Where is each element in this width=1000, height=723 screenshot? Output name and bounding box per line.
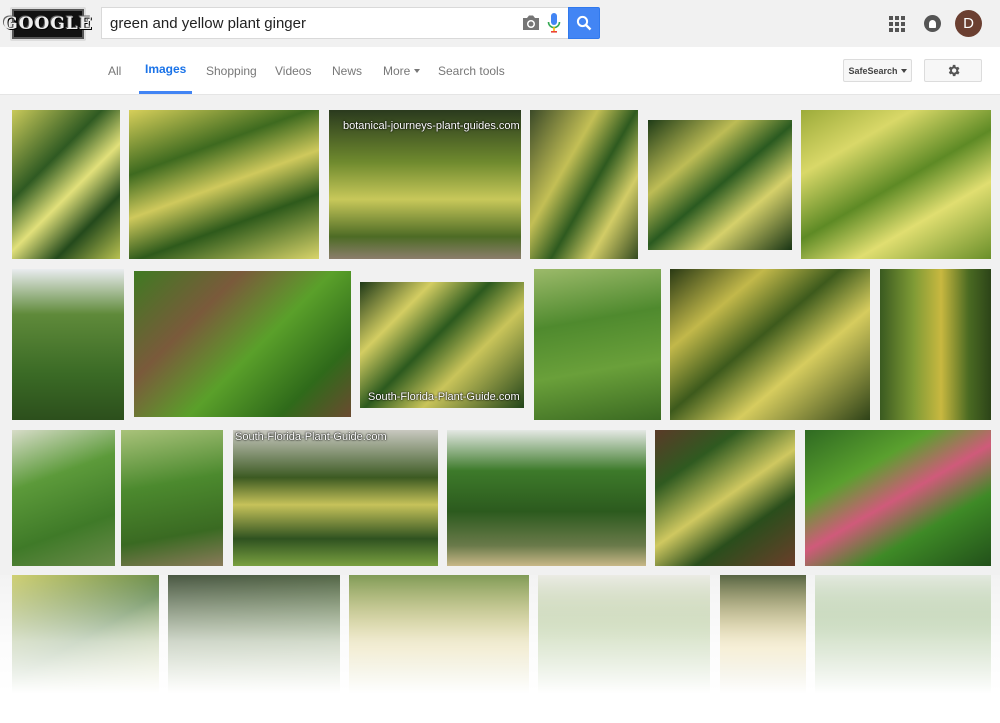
image-results-grid: botanical-journeys-plant-guides.com Sout…	[0, 95, 1000, 723]
image-result[interactable]	[12, 575, 159, 723]
image-result[interactable]	[447, 430, 646, 566]
image-result[interactable]: South-Florida-Plant-Guide.com	[360, 282, 524, 408]
tab-news[interactable]: News	[332, 47, 362, 94]
image-result[interactable]: South-Florida-Plant-Guide.com	[233, 430, 438, 566]
top-bar: GOOGLE D	[0, 0, 1000, 47]
image-result[interactable]	[530, 110, 638, 259]
search-button[interactable]	[568, 7, 600, 39]
image-result[interactable]	[534, 269, 661, 420]
image-result[interactable]	[648, 120, 792, 250]
image-result[interactable]	[720, 575, 806, 723]
image-result[interactable]	[670, 269, 870, 420]
search-tabs-bar: All Images Shopping Videos News More Sea…	[0, 47, 1000, 95]
tab-videos[interactable]: Videos	[275, 47, 311, 94]
watermark-text: South-Florida-Plant-Guide.com	[368, 391, 520, 403]
image-result[interactable]	[134, 271, 351, 417]
tab-images[interactable]: Images	[139, 47, 193, 94]
image-result[interactable]	[815, 575, 991, 723]
search-icon	[576, 15, 592, 31]
search-box	[101, 7, 569, 39]
image-result[interactable]	[129, 110, 319, 259]
tab-shopping[interactable]: Shopping	[206, 47, 257, 94]
search-results-page: GOOGLE D All	[0, 0, 1000, 723]
camera-icon[interactable]	[521, 14, 541, 32]
google-logo[interactable]: GOOGLE	[3, 7, 92, 41]
gear-icon	[948, 64, 959, 77]
safesearch-button[interactable]: SafeSearch	[843, 59, 912, 82]
image-result[interactable]	[801, 110, 991, 259]
image-result[interactable]	[12, 110, 120, 259]
settings-button[interactable]	[924, 59, 982, 82]
image-result[interactable]	[12, 430, 115, 566]
watermark-text: botanical-journeys-plant-guides.com	[343, 120, 520, 132]
image-result[interactable]: botanical-journeys-plant-guides.com	[329, 110, 521, 259]
apps-icon[interactable]	[889, 16, 905, 32]
image-result[interactable]	[805, 430, 991, 566]
watermark-text: South-Florida-Plant-Guide.com	[235, 431, 387, 443]
image-result[interactable]	[880, 269, 991, 420]
image-result[interactable]	[538, 575, 710, 723]
tab-search-tools[interactable]: Search tools	[438, 47, 505, 94]
notifications-icon[interactable]	[924, 15, 941, 32]
tab-all[interactable]: All	[108, 47, 121, 94]
chevron-down-icon	[900, 68, 907, 73]
chevron-down-icon	[414, 68, 421, 73]
search-input[interactable]	[110, 13, 510, 33]
avatar[interactable]: D	[955, 10, 982, 37]
image-result[interactable]	[655, 430, 795, 566]
tab-more[interactable]: More	[383, 47, 421, 94]
microphone-icon[interactable]	[547, 13, 561, 34]
image-result[interactable]	[121, 430, 223, 566]
image-result[interactable]	[12, 269, 124, 420]
image-result[interactable]	[168, 575, 340, 723]
logo-text: GOOGLE	[3, 14, 93, 34]
image-result[interactable]	[349, 575, 529, 723]
